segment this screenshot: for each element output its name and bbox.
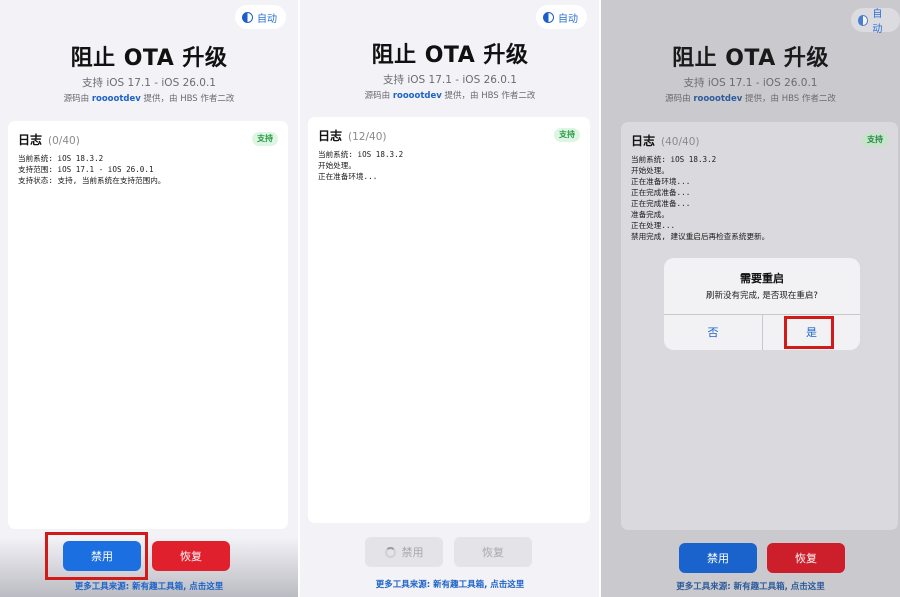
appearance-auto-toggle[interactable]: 自动 (851, 8, 900, 35)
screen-initial: 自动 阻止 OTA 升级 支持 iOS 17.1 - iOS 26.0.1 源码… (0, 0, 298, 597)
supported-range-text: 支持 iOS 17.1 - iOS 26.0.1 (683, 77, 818, 89)
highlight-box (784, 316, 834, 349)
credit-prefix: 源码由 (63, 94, 90, 104)
log-line: 开始处理。 (318, 161, 356, 170)
auto-label: 自动 (257, 13, 277, 25)
credit-suffix: 提供，由 HBS 作者二改 (444, 91, 536, 101)
more-tools-link[interactable]: 更多工具来源: 新有趣工具箱, 点击这里 (300, 578, 600, 590)
page-title: 阻止 OTA 升级 (371, 43, 529, 68)
restore-button[interactable]: 恢复 (454, 537, 532, 567)
log-line: 正在准备环境... (631, 177, 691, 186)
credit-line: 源码由 rooootdev 提供，由 HBS 作者二改 (300, 89, 600, 101)
disable-button[interactable]: 禁用 (365, 537, 443, 567)
screen-complete-restart-dialog: 自动 阻止 OTA 升级 支持 iOS 17.1 - iOS 26.0.1 源码… (601, 0, 900, 597)
credit-prefix: 源码由 (665, 94, 691, 104)
log-line: 当前系统: iOS 18.3.2 (631, 155, 717, 164)
credit-author-link[interactable]: roooot​dev (92, 94, 141, 104)
log-line: 正在完成准备... (631, 188, 691, 197)
log-output: 当前系统: iOS 18.3.2 开始处理。 正在准备环境... (318, 149, 580, 182)
credit-author-link[interactable]: rooootdev (393, 91, 442, 101)
disable-button-label: 禁用 (401, 546, 424, 559)
log-title: 日志 (318, 129, 343, 143)
supported-range-text: 支持 iOS 17.1 - iOS 26.0.1 (82, 77, 216, 89)
disable-button-label: 禁用 (707, 552, 729, 565)
alert-title: 需要重启 (740, 272, 784, 285)
appearance-auto-toggle[interactable]: 自动 (235, 5, 286, 29)
spinner-icon (384, 546, 396, 558)
log-card: 日志 (12/40) 支持 当前系统: iOS 18.3.2 开始处理。 正在准… (308, 117, 590, 523)
disable-button[interactable]: 禁用 (679, 543, 757, 573)
restore-button-label: 恢复 (795, 552, 817, 565)
log-line: 开始处理。 (631, 166, 669, 175)
log-progress-count: (40/40) (661, 136, 700, 148)
support-status-badge: 支持 (554, 128, 580, 142)
support-status-badge: 支持 (252, 132, 278, 146)
log-output: 当前系统: iOS 18.3.2 开始处理。 正在准备环境... 正在完成准备.… (631, 154, 888, 242)
credit-author-link[interactable]: rooootdev (693, 94, 742, 104)
restore-button-label: 恢复 (180, 550, 202, 563)
half-circle-icon (858, 14, 869, 26)
alert-no-button[interactable]: 否 (664, 314, 762, 350)
log-line: 禁用完成, 建议重启后再检查系统更新。 (631, 232, 770, 241)
appearance-auto-toggle[interactable]: 自动 (536, 5, 587, 29)
log-line: 当前系统: iOS 18.3.2 (18, 154, 104, 163)
half-circle-icon (543, 11, 554, 23)
log-line: 准备完成。 (631, 210, 669, 219)
credit-line: 源码由 rooootdev 提供，由 HBS 作者二改 (601, 92, 900, 104)
log-line: 正在处理... (631, 221, 676, 230)
credit-suffix: 提供，由 HBS 作者二改 (745, 94, 836, 104)
alert-message: 刷新没有完成, 是否现在重启? (706, 291, 818, 301)
page-title: 阻止 OTA 升级 (70, 46, 228, 71)
highlight-box (45, 532, 148, 580)
auto-label: 自动 (872, 9, 883, 35)
restore-button-label: 恢复 (482, 546, 504, 559)
log-line: 正在准备环境... (318, 172, 378, 181)
more-tools-link[interactable]: 更多工具来源: 新有趣工具箱, 点击这里 (0, 580, 298, 592)
log-output: 当前系统: iOS 18.3.2 支持范围: iOS 17.1 - iOS 26… (18, 153, 278, 186)
credit-suffix: 提供，由 HBS 作者二改 (143, 94, 235, 104)
auto-label: 自动 (558, 13, 578, 25)
log-title: 日志 (631, 134, 656, 148)
support-status-badge: 支持 (862, 133, 888, 147)
log-line: 支持状态: 支持, 当前系统在支持范围内。 (18, 176, 166, 185)
log-progress-count: (12/40) (348, 131, 387, 143)
log-line: 支持范围: iOS 17.1 - iOS 26.0.1 (18, 165, 154, 174)
screen-processing: 自动 阻止 OTA 升级 支持 iOS 17.1 - iOS 26.0.1 源码… (300, 0, 600, 597)
restore-button[interactable]: 恢复 (767, 543, 845, 573)
restore-button[interactable]: 恢复 (152, 541, 230, 571)
more-tools-link[interactable]: 更多工具来源: 新有趣工具箱, 点击这里 (601, 580, 900, 592)
log-line: 当前系统: iOS 18.3.2 (318, 150, 404, 159)
log-card: 日志 (0/40) 支持 当前系统: iOS 18.3.2 支持范围: iOS … (8, 121, 288, 529)
credit-line: 源码由 roooot​dev 提供，由 HBS 作者二改 (0, 92, 298, 104)
log-title: 日志 (18, 133, 43, 147)
log-line: 正在完成准备... (631, 199, 691, 208)
supported-range-text: 支持 iOS 17.1 - iOS 26.0.1 (383, 74, 517, 86)
page-title: 阻止 OTA 升级 (672, 46, 829, 71)
half-circle-icon (242, 11, 253, 23)
credit-prefix: 源码由 (364, 91, 391, 101)
log-progress-count: (0/40) (48, 135, 80, 147)
